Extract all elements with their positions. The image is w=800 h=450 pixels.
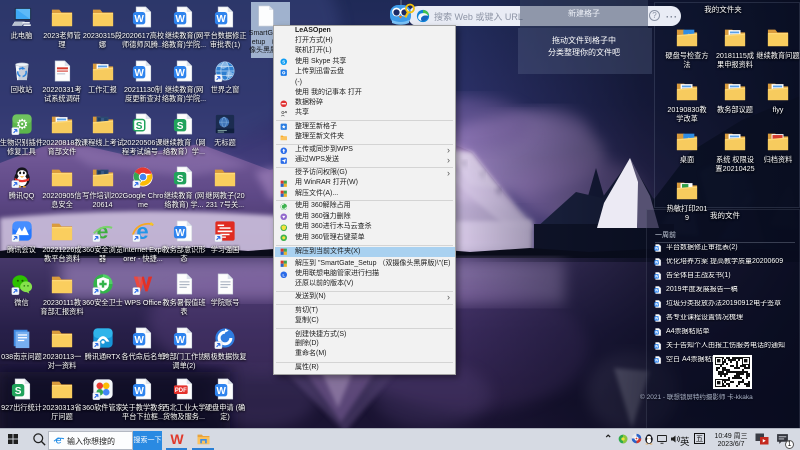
- svg-text:W: W: [175, 14, 185, 25]
- svg-text:W: W: [655, 247, 659, 251]
- svg-text:W: W: [134, 386, 144, 397]
- svg-text:W: W: [175, 335, 185, 346]
- svg-text:W: W: [134, 14, 144, 25]
- svg-text:W: W: [655, 345, 659, 349]
- svg-text:W: W: [655, 359, 659, 363]
- svg-text:S: S: [136, 121, 143, 132]
- svg-text:W: W: [175, 68, 185, 79]
- svg-text:S: S: [177, 121, 184, 132]
- svg-text:W: W: [655, 331, 659, 335]
- svg-text:W: W: [655, 261, 659, 265]
- svg-text:W: W: [655, 317, 659, 321]
- svg-text:W: W: [134, 68, 144, 79]
- svg-text:e: e: [55, 435, 61, 447]
- svg-text:W: W: [655, 303, 659, 307]
- svg-text:S: S: [177, 174, 184, 185]
- svg-text:PDF: PDF: [175, 388, 187, 394]
- svg-text:W: W: [134, 335, 144, 346]
- svg-text:W: W: [216, 386, 226, 397]
- svg-text:S: S: [282, 60, 285, 65]
- svg-text:W: W: [175, 228, 185, 239]
- svg-text:S: S: [14, 386, 21, 397]
- svg-text:W: W: [655, 275, 659, 279]
- svg-text:W: W: [655, 289, 659, 293]
- svg-text:W: W: [216, 14, 226, 25]
